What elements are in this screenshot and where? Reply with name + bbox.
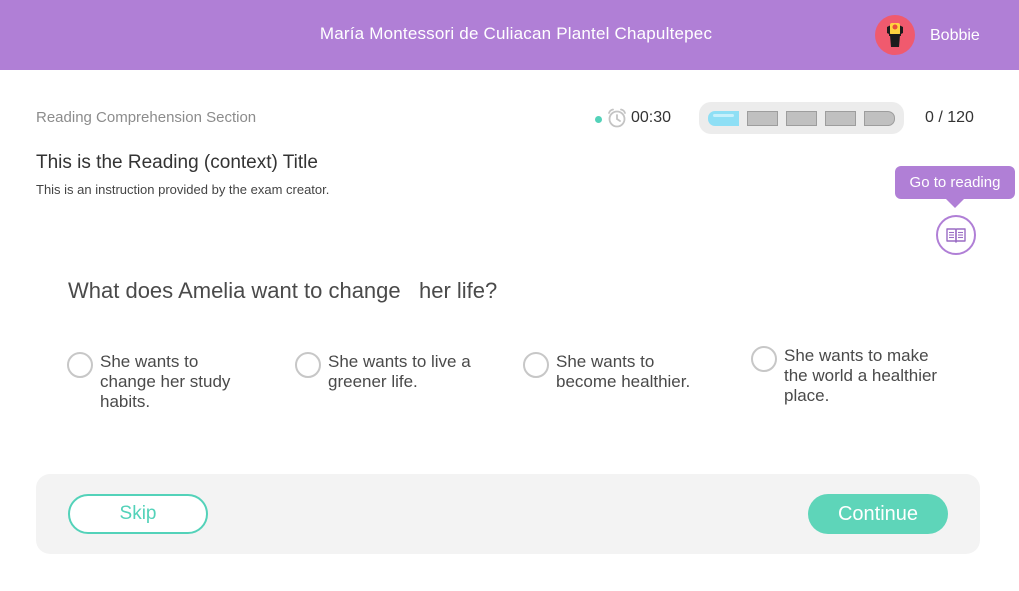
option-label: She wants to make the world a healthier … (784, 346, 938, 405)
progress-segment (786, 111, 817, 126)
progress-segment (708, 111, 739, 126)
progress-bar (699, 102, 904, 134)
option-label: She wants to become healthier. (556, 352, 691, 391)
progress-segment (825, 111, 856, 126)
option-radio[interactable] (67, 352, 93, 378)
option-radio[interactable] (751, 346, 777, 372)
reading-title: This is the Reading (context) Title (36, 152, 318, 173)
continue-button[interactable]: Continue (808, 494, 948, 534)
option-radio[interactable] (295, 352, 321, 378)
go-to-reading-tooltip: Go to reading (895, 166, 1015, 208)
progress-segment (864, 111, 895, 126)
timer-status-dot (595, 116, 602, 123)
alarm-clock-icon (606, 107, 628, 129)
open-book-icon (946, 228, 966, 243)
question-text: What does Amelia want to change her life… (68, 278, 498, 303)
top-header: María Montessori de Culiacan Plantel Cha… (0, 0, 1019, 70)
score-counter: 0 / 120 (925, 109, 974, 126)
timer: 00:30 (631, 109, 672, 126)
school-name: María Montessori de Culiacan Plantel Cha… (319, 24, 713, 43)
progress-segment (747, 111, 778, 126)
lighthouse-avatar-icon[interactable] (875, 15, 915, 55)
option-label: She wants to live a greener life. (328, 352, 471, 391)
section-label: Reading Comprehension Section (36, 109, 257, 126)
skip-button[interactable]: Skip (68, 494, 208, 534)
option-label: She wants to change her study habits. (100, 352, 231, 411)
reading-instruction: This is an instruction provided by the e… (36, 182, 330, 197)
option-radio[interactable] (523, 352, 549, 378)
go-to-reading-button[interactable] (936, 215, 976, 255)
user-name[interactable]: Bobbie (930, 27, 980, 45)
